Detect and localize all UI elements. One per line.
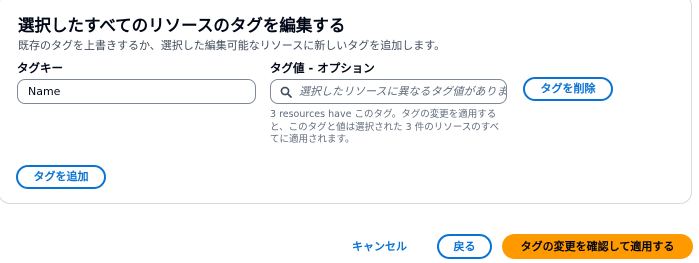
cancel-button[interactable]: キャンセル	[352, 238, 407, 254]
tag-value-label: タグ値 - オプション	[270, 61, 375, 75]
tag-key-label: タグキー	[17, 61, 63, 75]
add-tag-button[interactable]: タグを追加	[16, 165, 106, 189]
back-button[interactable]: 戻る	[437, 234, 492, 259]
tag-value-hint: 3 resources have このタグ。タグの変更を適用する と、このタグと…	[270, 109, 510, 147]
tag-key-input[interactable]: Name	[17, 79, 256, 104]
hint-line: てに適用されます。	[270, 134, 355, 145]
remove-tag-button[interactable]: タグを削除	[523, 77, 613, 101]
page-title: 選択したすべてのリソースのタグを編集する	[18, 16, 346, 35]
apply-tag-changes-button[interactable]: タグの変更を確認して適用する	[502, 234, 693, 259]
hint-line: と、このタグと値は選択された 3 件のリソースのすべ	[270, 121, 500, 133]
page-description: 既存のタグを上書きするか、選択した編集可能なリソースに新しいタグを追加します。	[18, 39, 446, 52]
tag-value-placeholder: 選択したリソースに異なるタグ値があります	[299, 85, 507, 98]
hint-line: 3 resources have このタグ。タグの変更を適用する	[270, 109, 497, 120]
tag-value-input[interactable]: 選択したリソースに異なるタグ値があります	[270, 79, 507, 104]
search-icon	[280, 86, 292, 98]
